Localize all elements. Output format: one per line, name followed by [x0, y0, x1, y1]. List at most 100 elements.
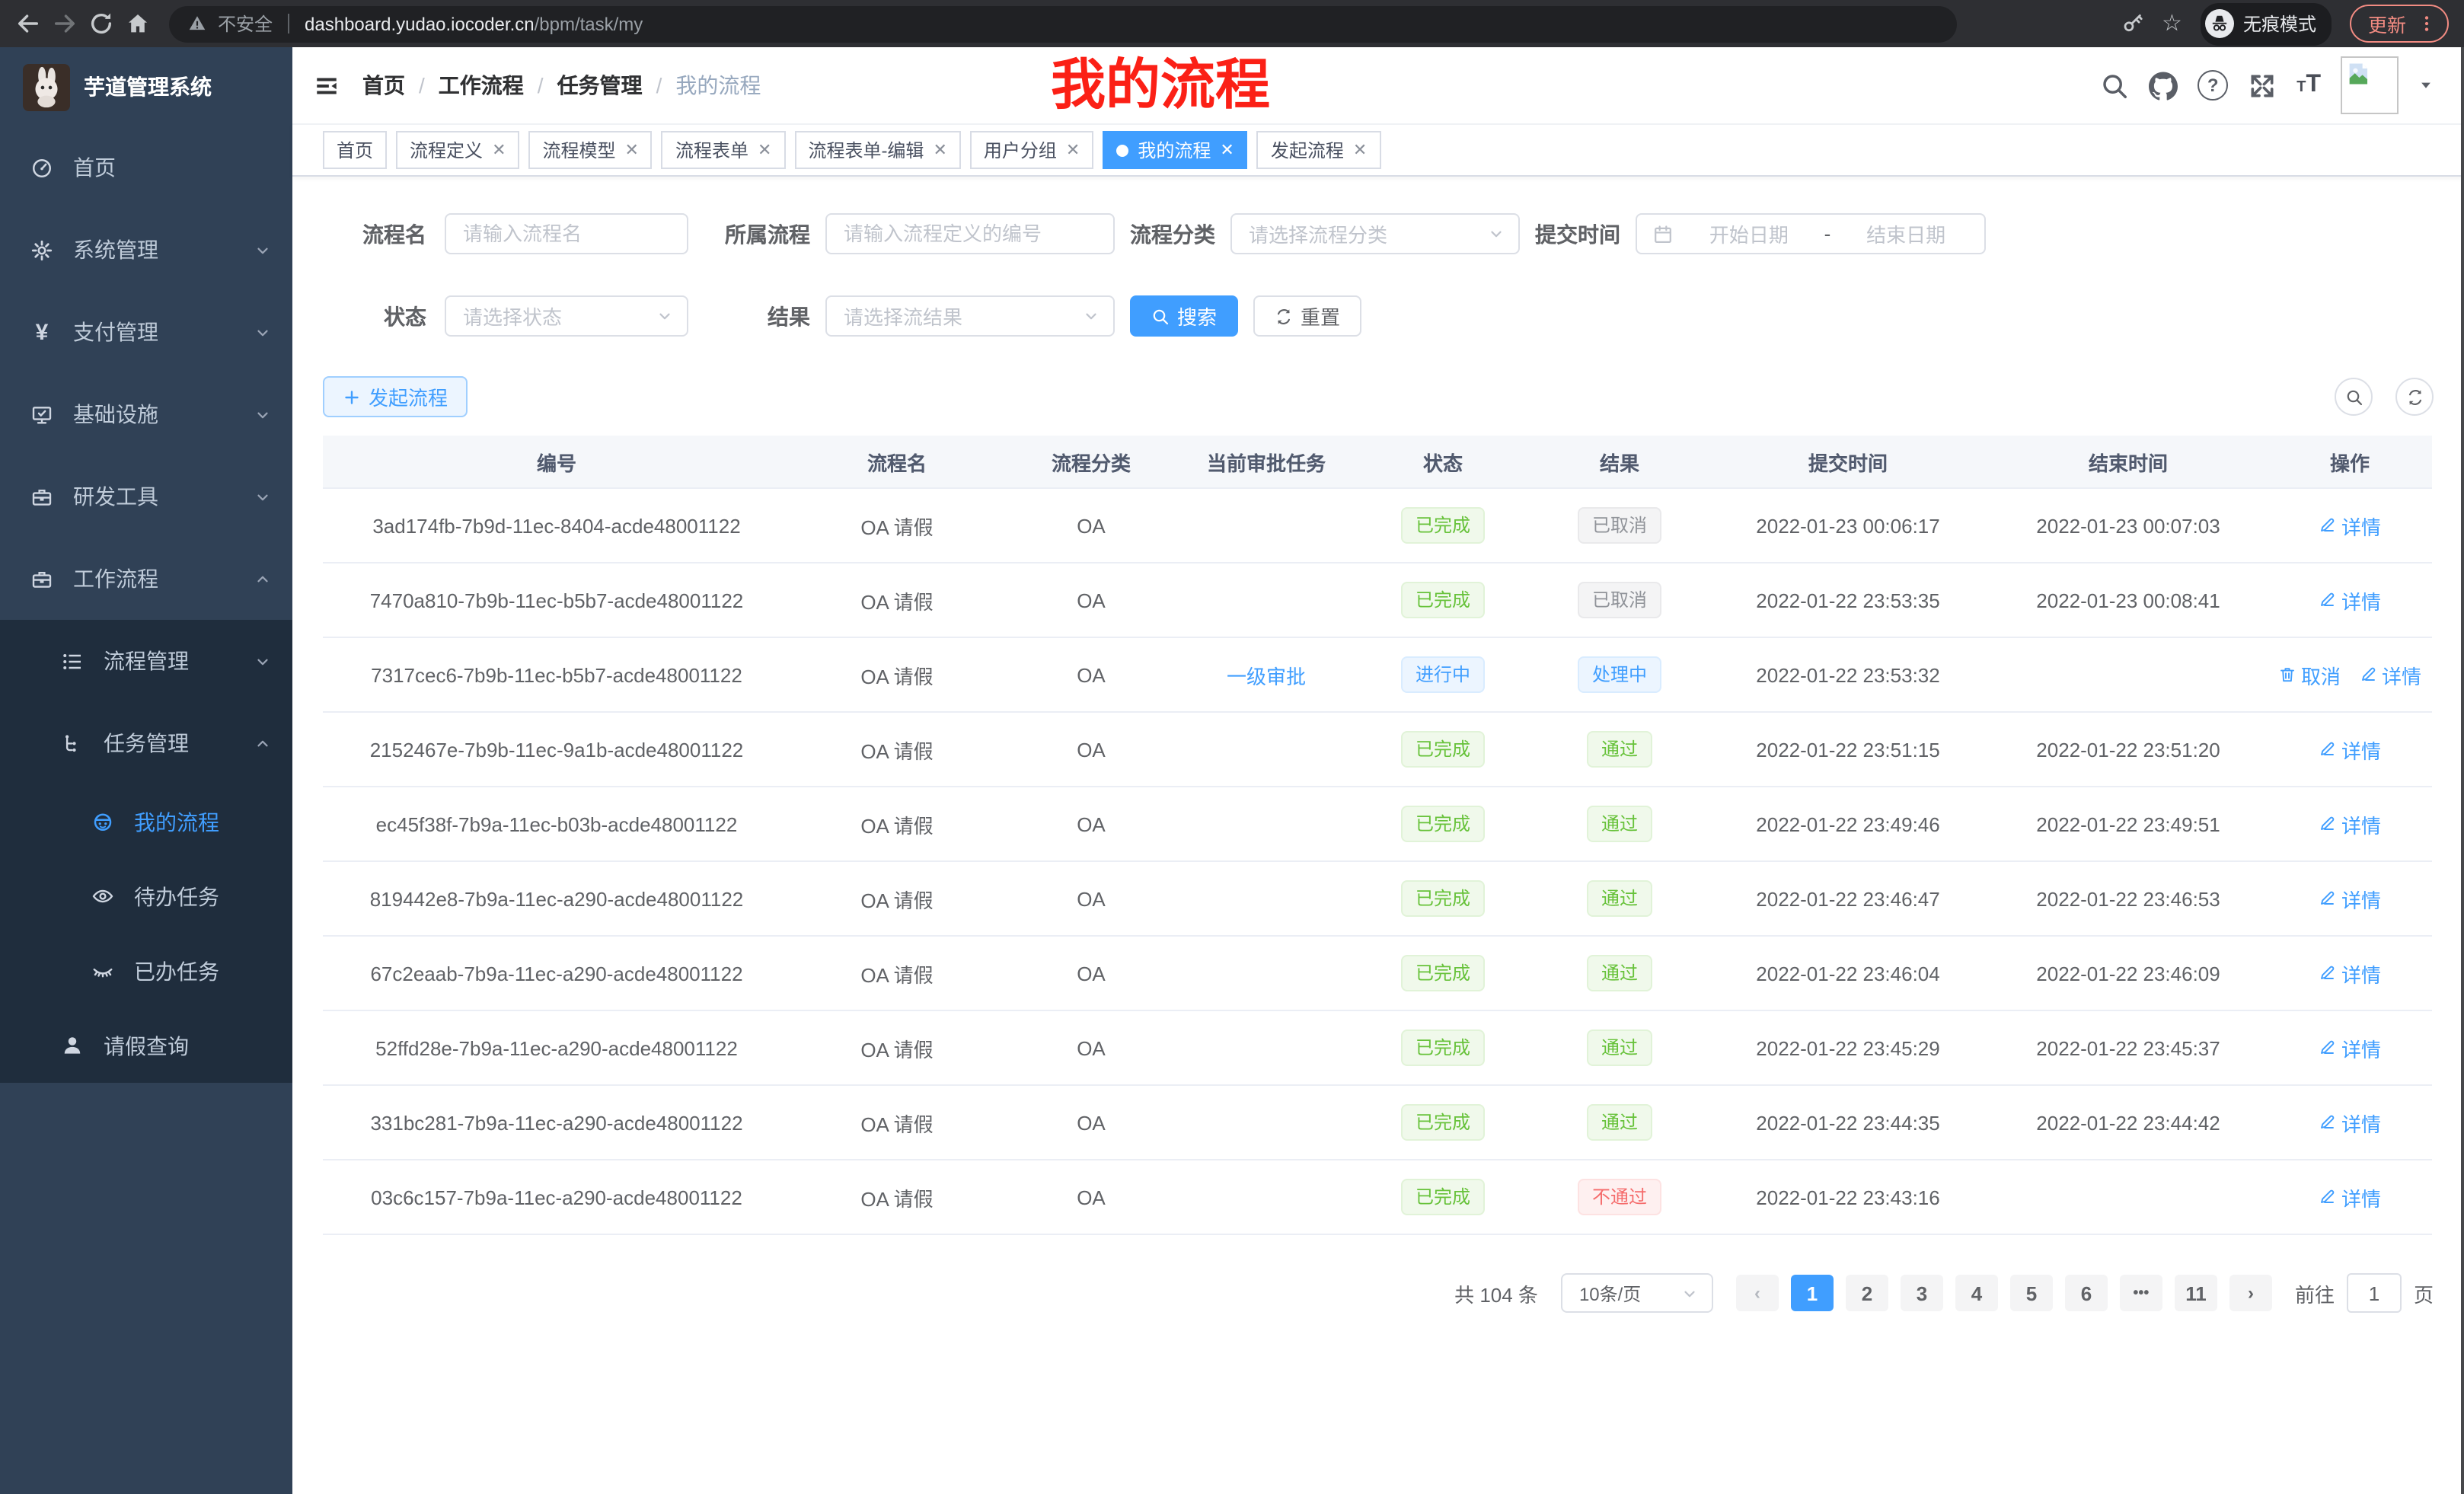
current-task-link[interactable]: 一级审批 [1227, 660, 1306, 689]
tab-user-group[interactable]: 用户分组✕ [970, 131, 1093, 169]
tab-process-form-edit[interactable]: 流程表单-编辑✕ [794, 131, 960, 169]
detail-link[interactable]: 详情 [2359, 660, 2421, 689]
close-icon[interactable]: ✕ [1066, 140, 1080, 160]
sidebar-item-payment[interactable]: ¥ 支付管理 [0, 291, 292, 373]
bookmark-star-icon[interactable]: ☆ [2162, 12, 2182, 35]
search-icon [1151, 307, 1170, 325]
avatar-caret-icon[interactable] [2418, 78, 2434, 93]
reload-icon[interactable] [88, 11, 114, 37]
table-row: 7317cec6-7b9b-11ec-b5b7-acde48001122 OA … [323, 637, 2432, 712]
status-select[interactable]: 请选择状态 [445, 295, 688, 337]
tab-process-definition[interactable]: 流程定义✕ [396, 131, 519, 169]
browser-update-button[interactable]: 更新 [2350, 5, 2449, 43]
more-pages-button[interactable]: ••• [2120, 1275, 2162, 1311]
date-separator: - [1824, 222, 1831, 245]
tab-my-process[interactable]: 我的流程✕ [1103, 131, 1247, 169]
sidebar-item-workflow[interactable]: 工作流程 [0, 538, 292, 620]
font-size-icon[interactable]: TT [2296, 72, 2321, 99]
home-icon[interactable] [125, 11, 151, 37]
sidebar-collapse-icon[interactable] [314, 72, 340, 98]
breadcrumb-current: 我的流程 [675, 70, 761, 101]
close-icon[interactable]: ✕ [758, 140, 771, 160]
refresh-table-button[interactable] [2395, 378, 2434, 416]
detail-link[interactable]: 详情 [2319, 884, 2381, 913]
breadcrumb-item[interactable]: 工作流程 [439, 70, 524, 101]
cell-end-time: 2022-01-22 23:44:42 [1989, 1085, 2268, 1160]
tab-home[interactable]: 首页 [323, 131, 387, 169]
tab-start-process[interactable]: 发起流程✕ [1257, 131, 1380, 169]
result-badge: 通过 [1588, 731, 1652, 768]
goto-page-input[interactable] [2347, 1273, 2402, 1313]
detail-link[interactable]: 详情 [2319, 809, 2381, 838]
show-search-button[interactable] [2335, 378, 2373, 416]
reset-button[interactable]: 重置 [1253, 295, 1361, 337]
detail-link[interactable]: 详情 [2319, 1033, 2381, 1062]
result-select[interactable]: 请选择流结果 [825, 295, 1115, 337]
close-icon[interactable]: ✕ [933, 140, 946, 160]
detail-link[interactable]: 详情 [2319, 1108, 2381, 1137]
key-icon[interactable] [2121, 12, 2143, 35]
address-bar[interactable]: 不安全 dashboard.yudao.iocoder.cn/bpm/task/… [169, 5, 1957, 42]
sidebar-item-infra[interactable]: 基础设施 [0, 373, 292, 455]
incognito-badge: 无痕模式 [2201, 2, 2332, 45]
process-definition-input[interactable] [825, 213, 1115, 254]
close-icon[interactable]: ✕ [1220, 140, 1234, 160]
avatar[interactable] [2341, 56, 2399, 114]
start-process-button[interactable]: 发起流程 [323, 376, 468, 417]
search-icon[interactable] [2100, 71, 2129, 100]
page-button-1[interactable]: 1 [1791, 1275, 1834, 1311]
close-icon[interactable]: ✕ [492, 140, 506, 160]
sidebar-item-todo-tasks[interactable]: 待办任务 [0, 859, 292, 934]
page-size-select[interactable]: 10条/页 [1561, 1273, 1713, 1313]
page-content: 流程名 所属流程 流程分类 请选择流程分类 提交时间 开始日期 - 结束日期 [292, 177, 2464, 1494]
browser-menu-icon[interactable] [2417, 14, 2437, 34]
forward-icon[interactable] [52, 11, 78, 37]
sidebar-item-devtools[interactable]: 研发工具 [0, 455, 292, 538]
page-button-5[interactable]: 5 [2010, 1275, 2053, 1311]
page-scrollbar[interactable] [2461, 47, 2464, 1494]
status-badge: 已完成 [1402, 731, 1484, 768]
process-name-input[interactable] [445, 213, 688, 254]
sidebar-item-process-mgmt[interactable]: 流程管理 [0, 620, 292, 702]
page-size-value: 10条/页 [1579, 1280, 1681, 1306]
sidebar-item-system[interactable]: 系统管理 [0, 209, 292, 291]
sidebar-item-task-mgmt[interactable]: 任务管理 [0, 702, 292, 784]
breadcrumb-item[interactable]: 任务管理 [557, 70, 643, 101]
cancel-link[interactable]: 取消 [2278, 660, 2341, 689]
fullscreen-icon[interactable] [2248, 71, 2277, 100]
tab-process-model[interactable]: 流程模型✕ [529, 131, 653, 169]
sidebar-item-done-tasks[interactable]: 已办任务 [0, 934, 292, 1008]
github-icon[interactable] [2149, 71, 2178, 100]
close-icon[interactable]: ✕ [625, 140, 639, 160]
page-button-6[interactable]: 6 [2065, 1275, 2108, 1311]
eye-icon [91, 885, 114, 908]
cell-submit-time: 2022-01-22 23:51:15 [1707, 712, 1989, 787]
detail-link[interactable]: 详情 [2319, 959, 2381, 988]
table-header-row: 编号 流程名 流程分类 当前审批任务 状态 结果 提交时间 结束时间 操作 [323, 436, 2432, 488]
app-logo-row[interactable]: 芋道管理系统 [0, 47, 292, 126]
sidebar-item-my-process[interactable]: 我的流程 [0, 784, 292, 859]
cell-id: 03c6c157-7b9a-11ec-a290-acde48001122 [323, 1160, 790, 1234]
page-button-4[interactable]: 4 [1955, 1275, 1998, 1311]
detail-link[interactable]: 详情 [2319, 735, 2381, 764]
tab-process-form[interactable]: 流程表单✕ [662, 131, 785, 169]
help-icon[interactable]: ? [2197, 70, 2228, 101]
next-page-button[interactable]: › [2229, 1275, 2272, 1311]
detail-link[interactable]: 详情 [2319, 586, 2381, 615]
back-icon[interactable] [15, 11, 41, 37]
sidebar-item-leave-query[interactable]: 请假查询 [0, 1008, 292, 1083]
close-icon[interactable]: ✕ [1353, 140, 1367, 160]
sidebar-item-home[interactable]: 首页 [0, 126, 292, 209]
prev-page-button[interactable]: ‹ [1736, 1275, 1779, 1311]
page-button-3[interactable]: 3 [1901, 1275, 1943, 1311]
breadcrumb-item[interactable]: 首页 [362, 70, 405, 101]
page-button-11[interactable]: 11 [2175, 1275, 2217, 1311]
submit-time-range-picker[interactable]: 开始日期 - 结束日期 [1636, 213, 1986, 254]
category-select[interactable]: 请选择流程分类 [1230, 213, 1520, 254]
detail-link[interactable]: 详情 [2319, 1183, 2381, 1211]
search-button[interactable]: 搜索 [1130, 295, 1238, 337]
detail-link[interactable]: 详情 [2319, 511, 2381, 540]
table-row: 67c2eaab-7b9a-11ec-a290-acde48001122 OA … [323, 936, 2432, 1010]
page-button-2[interactable]: 2 [1846, 1275, 1888, 1311]
detail-label: 详情 [2341, 1033, 2381, 1062]
